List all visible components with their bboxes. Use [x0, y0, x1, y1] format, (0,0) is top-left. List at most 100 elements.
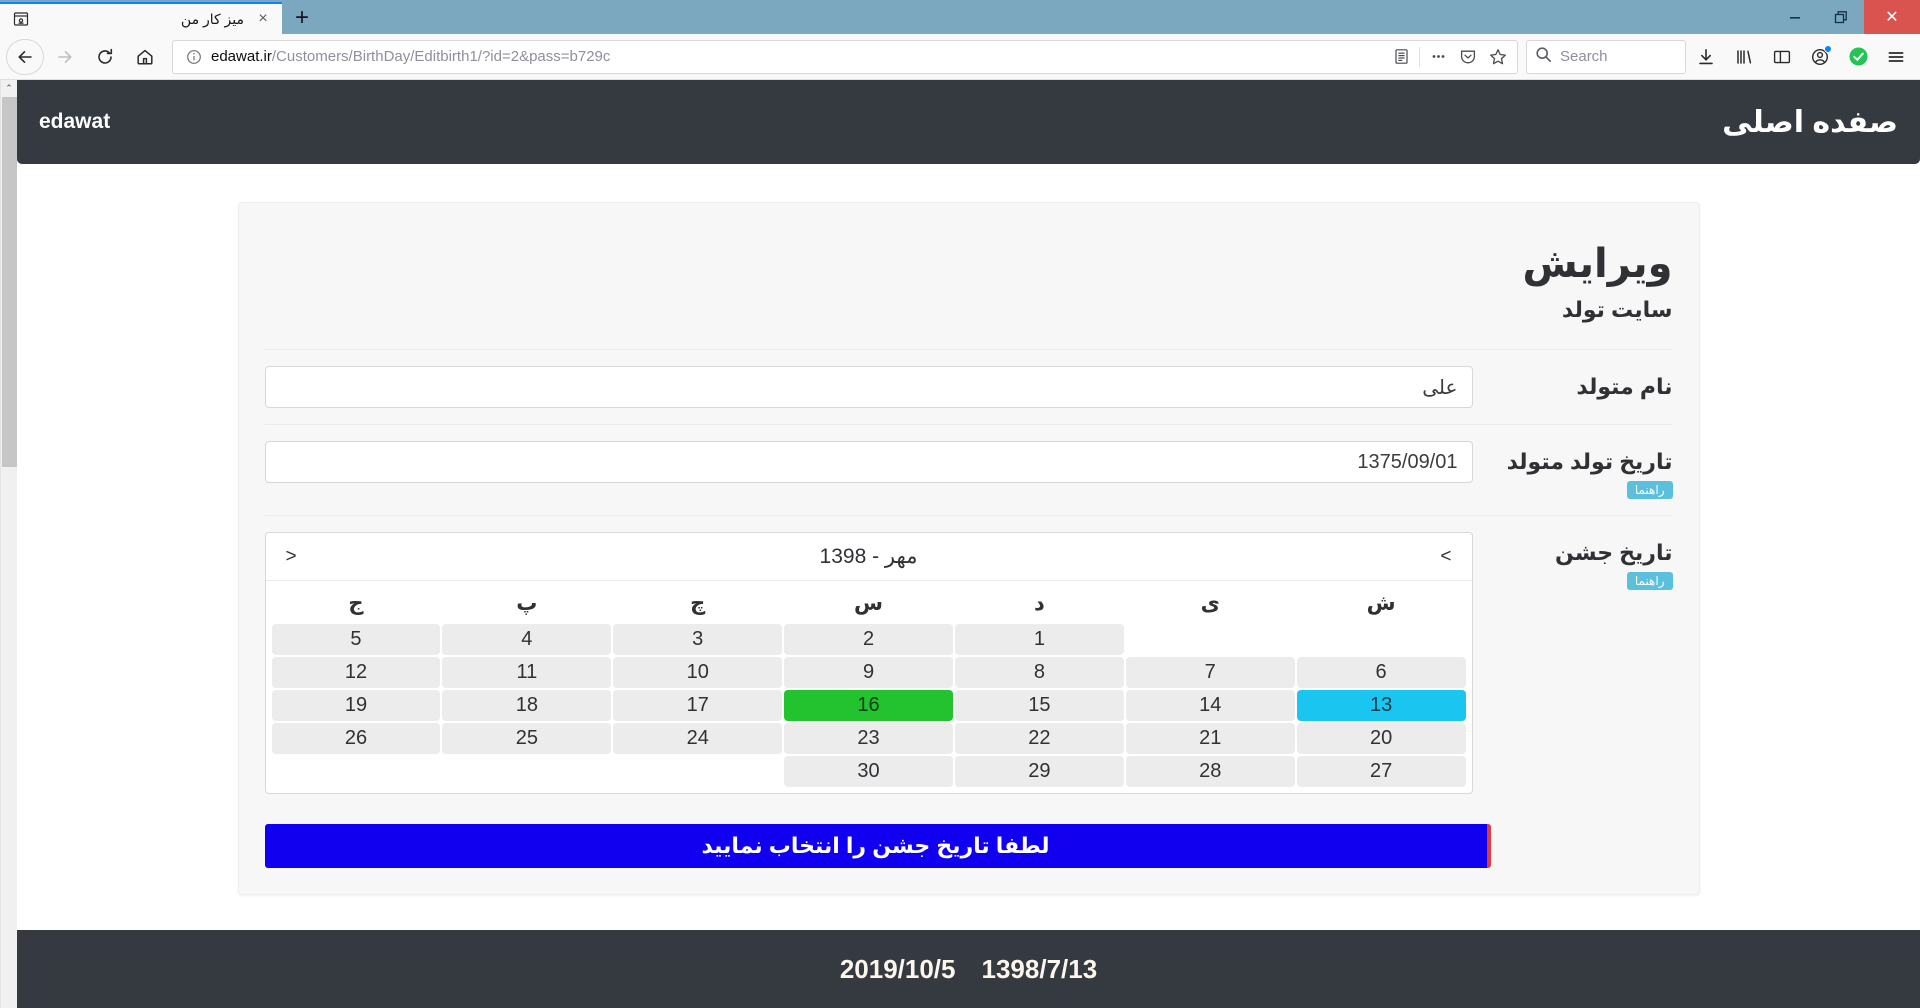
url-domain: edawat.ir — [211, 48, 272, 65]
form-row-birthdate: تاریخ تولد متولد راهنما — [264, 424, 1673, 515]
calendar-day-today[interactable]: 13 — [1296, 690, 1466, 721]
calendar-day-11[interactable]: 11 — [442, 657, 612, 688]
library-icon[interactable] — [1726, 39, 1762, 75]
label-celebration: تاریخ جشن راهنما — [1491, 532, 1673, 590]
calendar-day-selected[interactable]: 16 — [784, 690, 953, 721]
calendar-week-row: 13 14 15 16 17 18 19 — [271, 690, 1466, 721]
calendar-day-25[interactable]: 25 — [442, 723, 612, 754]
url-text[interactable]: edawat.ir/Customers/BirthDay/Editbirth1/… — [207, 48, 1386, 65]
calendar-day-24[interactable]: 24 — [613, 723, 783, 754]
close-window-button[interactable]: ✕ — [1864, 0, 1920, 34]
page-scrollbar[interactable]: ⌃ — [0, 80, 18, 1008]
calendar-empty-cell — [442, 756, 611, 787]
help-badge-birthdate[interactable]: راهنما — [1626, 481, 1673, 499]
calendar-day-3[interactable]: 3 — [613, 624, 783, 655]
alert-spacer — [1491, 824, 1673, 868]
content-wrapper: ویرایش سایت تولد نام متولد علی تاریخ تول… — [17, 164, 1920, 895]
help-badge-celebration[interactable]: راهنما — [1626, 572, 1673, 590]
label-birthdate-text: تاریخ تولد متولد — [1506, 449, 1673, 474]
datepicker-header: < مهر - 1398 > — [265, 533, 1472, 581]
download-icon[interactable] — [1688, 39, 1724, 75]
calendar-day-17[interactable]: 17 — [613, 690, 783, 721]
name-field-wrap — [264, 366, 1473, 408]
birthdate-input[interactable] — [264, 441, 1473, 483]
pocket-icon[interactable] — [1453, 43, 1483, 71]
calendar-day-22[interactable]: 22 — [954, 723, 1124, 754]
browser-window: میز کار من × + ✕ edawat.ir/Customers/Bir… — [0, 0, 1920, 1008]
scroll-up-arrow-icon[interactable]: ⌃ — [0, 80, 18, 97]
calendar-day-6[interactable]: 6 — [1296, 657, 1466, 688]
window-controls: ✕ — [1772, 0, 1920, 34]
url-bar[interactable]: edawat.ir/Customers/BirthDay/Editbirth1/… — [172, 39, 1518, 74]
weekday-header-2: د — [1034, 592, 1045, 615]
footer-gregorian-date: 2019/10/5 — [839, 953, 956, 984]
weekday-header-row: شیدسچپج — [272, 587, 1466, 622]
restore-button[interactable] — [1818, 0, 1864, 34]
web-page: صفده اصلی edawat ویرایش سایت تولد نام مت… — [17, 80, 1920, 1008]
datepicker: < مهر - 1398 > شیدسچپج 1 2 3 4 5 6 7 8 9 10 11 12 13… — [264, 532, 1473, 794]
page-actions-icon[interactable] — [1423, 43, 1453, 71]
tab-title: میز کار من — [180, 10, 244, 27]
calendar-day-10[interactable]: 10 — [613, 657, 783, 688]
info-icon[interactable] — [181, 49, 207, 65]
weekday-header-3: س — [854, 592, 884, 615]
calendar-day-15[interactable]: 15 — [954, 690, 1124, 721]
home-icon[interactable] — [126, 39, 164, 75]
calendar-day-1[interactable]: 1 — [954, 624, 1124, 655]
calendar-day-28[interactable]: 28 — [1125, 756, 1295, 787]
select-celebration-date-button[interactable]: لطفا تاریخ جشن را انتخاب نمایید — [264, 824, 1491, 868]
prev-month-button[interactable]: < — [1434, 546, 1457, 568]
calendar-day-23[interactable]: 23 — [784, 723, 953, 754]
name-input[interactable] — [264, 366, 1473, 408]
green-check-icon[interactable] — [1840, 39, 1876, 75]
calendar-week-row: 20 21 22 23 24 25 26 — [271, 723, 1466, 754]
form-row-name: نام متولد — [264, 349, 1673, 424]
calendar-day-19[interactable]: 19 — [271, 690, 441, 721]
site-brand[interactable]: edawat — [39, 110, 110, 134]
browser-tab[interactable]: میز کار من × — [0, 2, 282, 34]
calendar-day-8[interactable]: 8 — [954, 657, 1124, 688]
page-viewport: صفده اصلی edawat ویرایش سایت تولد نام مت… — [0, 80, 1920, 1008]
datepicker-wrap: < مهر - 1398 > شیدسچپج 1 2 3 4 5 6 7 8 9 10 11 12 13… — [264, 532, 1473, 794]
new-tab-button[interactable]: + — [282, 2, 322, 34]
calendar-day-5[interactable]: 5 — [271, 624, 441, 655]
scrollbar-track[interactable] — [1, 97, 18, 1008]
calendar-day-2[interactable]: 2 — [784, 624, 953, 655]
calendar-day-30[interactable]: 30 — [784, 756, 953, 787]
nav-link-home[interactable]: صفده اصلی — [1722, 105, 1898, 140]
close-icon[interactable]: × — [252, 8, 274, 30]
calendar-day-20[interactable]: 20 — [1296, 723, 1466, 754]
reader-view-icon[interactable] — [1386, 43, 1416, 71]
calendar-day-9[interactable]: 9 — [784, 657, 953, 688]
form-row-celebration: تاریخ جشن راهنما < مهر - 1398 > ش ی د س … — [264, 515, 1673, 810]
hamburger-menu-icon[interactable] — [1878, 39, 1914, 75]
weekday-header-4: چ — [690, 592, 706, 615]
next-month-button[interactable]: > — [280, 546, 303, 568]
reload-icon[interactable] — [86, 39, 124, 75]
calendar-day-18[interactable]: 18 — [442, 690, 612, 721]
alert-row: لطفا تاریخ جشن را انتخاب نمایید — [264, 810, 1673, 894]
minimize-button[interactable] — [1772, 0, 1818, 34]
search-input[interactable]: Search — [1560, 48, 1608, 65]
sidebar-icon[interactable] — [1764, 39, 1800, 75]
calendar-day-29[interactable]: 29 — [954, 756, 1124, 787]
weekday-header-6: ج — [348, 592, 364, 615]
star-icon[interactable] — [1483, 43, 1513, 71]
account-icon[interactable] — [1802, 39, 1838, 75]
calendar-day-26[interactable]: 26 — [271, 723, 441, 754]
datepicker-month-title: مهر - 1398 — [819, 545, 918, 568]
calendar-day-12[interactable]: 12 — [271, 657, 441, 688]
calendar-day-4[interactable]: 4 — [442, 624, 612, 655]
calendar-week-row: 12345 — [271, 624, 1466, 655]
page-subtitle: سایت تولد — [1561, 297, 1673, 322]
calendar-day-21[interactable]: 21 — [1125, 723, 1295, 754]
calendar-day-27[interactable]: 27 — [1296, 756, 1466, 787]
scrollbar-thumb[interactable] — [1, 97, 17, 467]
calendar-day-7[interactable]: 7 — [1125, 657, 1295, 688]
calendar-week-row: 6 7 8 9 10 11 12 — [271, 657, 1466, 688]
back-arrow-icon[interactable] — [6, 39, 44, 75]
weekday-header-5: پ — [516, 592, 538, 615]
calendar-day-14[interactable]: 14 — [1125, 690, 1295, 721]
search-bar[interactable]: Search — [1526, 39, 1686, 74]
weekday-header-1: ی — [1200, 592, 1220, 615]
